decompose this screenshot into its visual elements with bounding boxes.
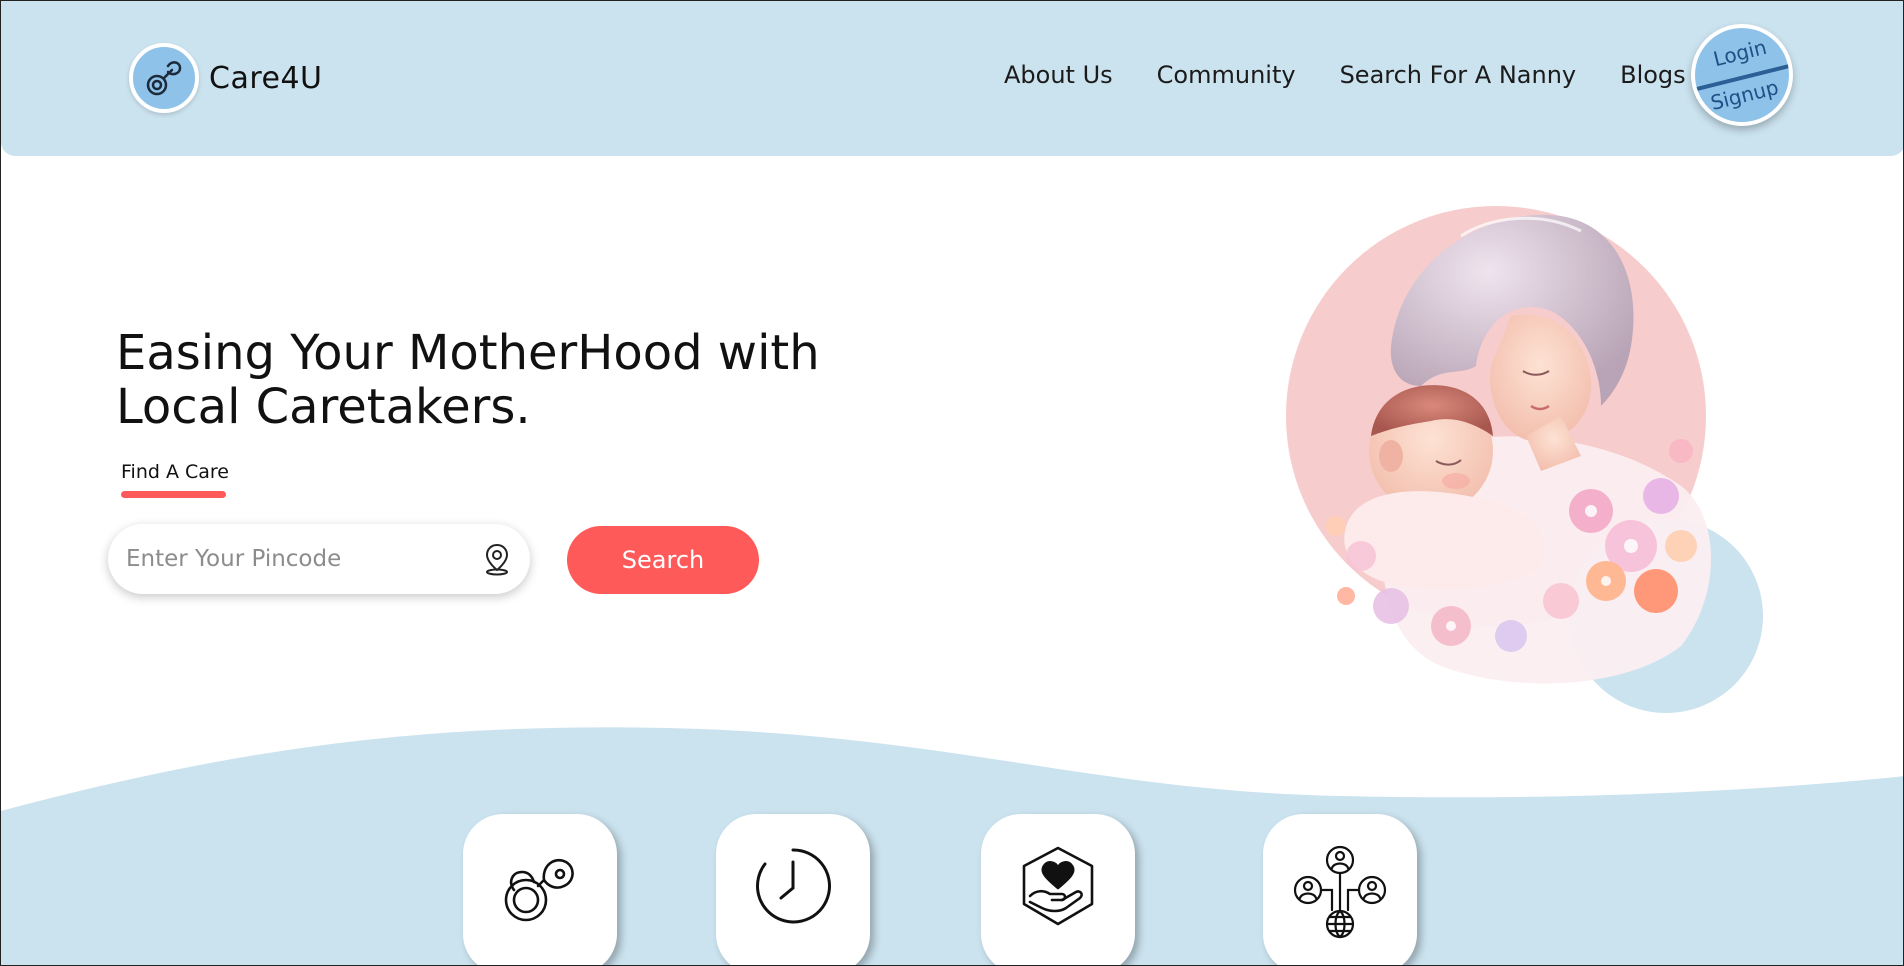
feature-card-care[interactable]: [981, 814, 1135, 965]
page: Care4U About Us Community Search For A N…: [0, 0, 1904, 966]
login-signup-button[interactable]: Login Signup: [1691, 24, 1793, 126]
main-nav: About Us Community Search For A Nanny Bl…: [1004, 61, 1686, 89]
nav-about-us[interactable]: About Us: [1004, 61, 1113, 89]
hero-headline-line1: Easing Your MotherHood with: [116, 325, 820, 381]
location-pin-icon: [485, 543, 509, 576]
nav-search-nanny[interactable]: Search For A Nanny: [1340, 61, 1577, 89]
pacifier-icon: [504, 859, 574, 922]
header: Care4U About Us Community Search For A N…: [1, 1, 1903, 156]
feature-card-pacifier[interactable]: [463, 814, 617, 965]
find-care-label: Find A Care: [121, 461, 229, 483]
brand-logo[interactable]: [129, 43, 199, 113]
login-label[interactable]: Login: [1711, 35, 1769, 71]
network-people-icon: [1293, 845, 1387, 939]
feature-card-network[interactable]: [1263, 814, 1417, 965]
mother-baby-illustration: [1286, 206, 1763, 713]
nav-blogs[interactable]: Blogs: [1620, 61, 1686, 89]
pacifier-icon: [146, 61, 182, 96]
feature-card-clock[interactable]: [716, 814, 870, 965]
clock-icon: [756, 848, 831, 924]
wave-background: [1, 727, 1903, 965]
hero-headline-line2: Local Caretakers.: [116, 379, 531, 435]
heart-in-hand-icon: [1022, 846, 1094, 926]
brand-name: Care4U: [209, 60, 323, 96]
nav-community[interactable]: Community: [1157, 61, 1296, 89]
brand[interactable]: Care4U: [129, 43, 323, 113]
pincode-input[interactable]: [126, 524, 466, 594]
hero-headline: Easing Your MotherHood with Local Careta…: [116, 326, 876, 434]
search-button[interactable]: Search: [567, 526, 759, 594]
pincode-field[interactable]: [108, 524, 530, 594]
find-care-underline: [121, 491, 226, 498]
